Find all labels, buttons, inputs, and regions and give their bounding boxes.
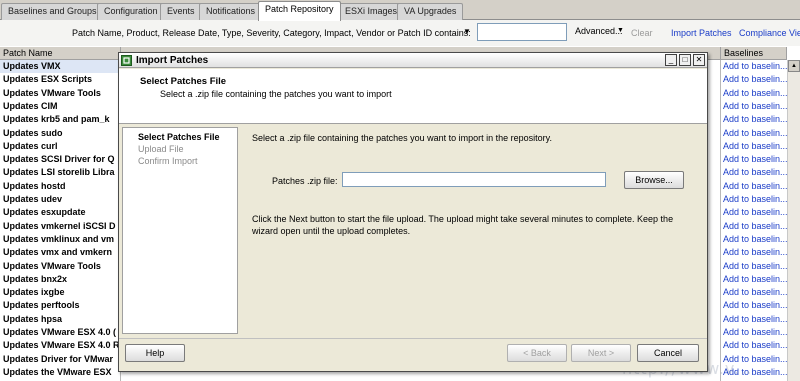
tab-esxi-images[interactable]: ESXi Images xyxy=(338,3,405,20)
patches-zip-file-label: Patches .zip file: xyxy=(272,176,338,186)
table-row-patch-name[interactable]: Updates ixgbe xyxy=(3,286,119,299)
table-row-patch-name[interactable]: Updates ESX Scripts xyxy=(3,73,119,86)
dialog-title-bar[interactable]: Import Patches _ □ ✕ xyxy=(119,53,707,68)
add-to-baseline-link[interactable]: Add to baselin... xyxy=(723,60,788,73)
wizard-header-subtitle: Select a .zip file containing the patche… xyxy=(160,89,392,99)
filter-dropdown-icon[interactable]: ▼ xyxy=(463,27,471,36)
content-description: Select a .zip file containing the patche… xyxy=(252,133,552,143)
upload-instructions: Click the Next button to start the file … xyxy=(252,214,674,236)
tab-baselines-and-groups[interactable]: Baselines and Groups xyxy=(1,3,104,20)
add-to-baseline-link[interactable]: Add to baselin... xyxy=(723,153,788,166)
wizard-header: Select Patches File Select a .zip file c… xyxy=(119,69,707,124)
table-row-patch-name[interactable]: Updates LSI storelib Libra xyxy=(3,166,119,179)
wizard-step-select-patches-file: Select Patches File xyxy=(138,132,220,142)
tab-patch-repository[interactable]: Patch Repository xyxy=(258,1,341,21)
help-button[interactable]: Help xyxy=(125,344,185,362)
filter-search-input[interactable] xyxy=(477,23,567,41)
table-row-patch-name[interactable]: Updates the VMware ESX xyxy=(3,366,119,379)
table-row-patch-name[interactable]: Updates curl xyxy=(3,140,119,153)
wizard-step-upload-file: Upload File xyxy=(138,144,184,154)
add-to-baseline-link[interactable]: Add to baselin... xyxy=(723,260,788,273)
advanced-dropdown-icon[interactable]: ▼ xyxy=(617,27,624,34)
column-divider xyxy=(720,60,721,381)
add-to-baseline-link[interactable]: Add to baselin... xyxy=(723,180,788,193)
table-row-patch-name[interactable]: Updates vmkernel iSCSI D xyxy=(3,220,119,233)
add-to-baseline-link[interactable]: Add to baselin... xyxy=(723,73,788,86)
add-to-baseline-link[interactable]: Add to baselin... xyxy=(723,220,788,233)
browse-button[interactable]: Browse... xyxy=(624,171,684,189)
table-row-patch-name[interactable]: Updates udev xyxy=(3,193,119,206)
maximize-icon[interactable]: □ xyxy=(679,54,691,66)
tab-notifications[interactable]: Notifications xyxy=(199,3,263,20)
vmware-app-icon xyxy=(121,55,132,66)
table-row-patch-name[interactable]: Updates CIM xyxy=(3,100,119,113)
add-to-baseline-link[interactable]: Add to baselin... xyxy=(723,127,788,140)
table-row-patch-name[interactable]: Updates VMware ESX 4.0 ( xyxy=(3,326,119,339)
add-to-baseline-link[interactable]: Add to baselin... xyxy=(723,339,788,352)
add-to-baseline-link[interactable]: Add to baselin... xyxy=(723,206,788,219)
column-header-patch-name[interactable]: Patch Name xyxy=(0,47,121,60)
table-row-patch-name[interactable]: Updates perftools xyxy=(3,299,119,312)
wizard-content: Select a .zip file containing the patche… xyxy=(252,133,702,333)
wizard-header-title: Select Patches File xyxy=(140,76,227,87)
table-row-patch-name[interactable]: Updates Driver for VMwar xyxy=(3,353,119,366)
column-header-baselines[interactable]: Baselines xyxy=(721,47,787,60)
tab-configuration[interactable]: Configuration xyxy=(97,3,165,20)
table-row-patch-name[interactable]: Updates sudo xyxy=(3,127,119,140)
table-row-patch-name[interactable]: Updates VMware Tools xyxy=(3,87,119,100)
wizard-step-confirm-import: Confirm Import xyxy=(138,156,198,166)
add-to-baseline-link[interactable]: Add to baselin... xyxy=(723,233,788,246)
next-button[interactable]: Next > xyxy=(571,344,631,362)
add-to-baseline-link[interactable]: Add to baselin... xyxy=(723,286,788,299)
table-row-patch-name[interactable]: Updates vmklinux and vm xyxy=(3,233,119,246)
import-patches-link[interactable]: Import Patches xyxy=(671,28,732,38)
table-row-patch-name[interactable]: Updates hpsa xyxy=(3,313,119,326)
cancel-button[interactable]: Cancel xyxy=(637,344,699,362)
table-row-patch-name[interactable]: Updates VMware Tools xyxy=(3,260,119,273)
tab-events[interactable]: Events xyxy=(160,3,202,20)
back-button[interactable]: < Back xyxy=(507,344,567,362)
table-row-patch-name[interactable]: Updates esxupdate xyxy=(3,206,119,219)
add-to-baseline-link[interactable]: Add to baselin... xyxy=(723,273,788,286)
add-to-baseline-link[interactable]: Add to baselin... xyxy=(723,299,788,312)
import-patches-dialog: Import Patches _ □ ✕ Select Patches File… xyxy=(118,52,708,372)
table-row-patch-name[interactable]: Updates SCSI Driver for Q xyxy=(3,153,119,166)
clear-link[interactable]: Clear xyxy=(631,28,653,38)
add-to-baseline-link[interactable]: Add to baselin... xyxy=(723,87,788,100)
table-row-patch-name[interactable]: Updates krb5 and pam_k xyxy=(3,113,119,126)
dialog-title: Import Patches xyxy=(136,55,209,66)
filter-bar: Patch Name, Product, Release Date, Type,… xyxy=(0,20,800,46)
table-scrollbar[interactable]: ▲ xyxy=(787,60,800,381)
add-to-baseline-link[interactable]: Add to baselin... xyxy=(723,246,788,259)
add-to-baseline-link[interactable]: Add to baselin... xyxy=(723,313,788,326)
tab-va-upgrades[interactable]: VA Upgrades xyxy=(397,3,464,20)
minimize-icon[interactable]: _ xyxy=(665,54,677,66)
close-icon[interactable]: ✕ xyxy=(693,54,705,66)
advanced-link[interactable]: Advanced... xyxy=(575,26,623,36)
footer-divider xyxy=(119,338,707,339)
add-to-baseline-link[interactable]: Add to baselin... xyxy=(723,100,788,113)
table-row-patch-name[interactable]: Updates hostd xyxy=(3,180,119,193)
table-row-patch-name[interactable]: Updates VMX xyxy=(3,60,119,73)
add-to-baseline-link[interactable]: Add to baselin... xyxy=(723,326,788,339)
table-row-patch-name[interactable]: Updates bnx2x xyxy=(3,273,119,286)
patches-zip-file-input[interactable] xyxy=(342,172,606,187)
add-to-baseline-link[interactable]: Add to baselin... xyxy=(723,140,788,153)
scroll-up-icon[interactable]: ▲ xyxy=(788,60,800,72)
filter-label: Patch Name, Product, Release Date, Type,… xyxy=(72,28,471,38)
table-row-patch-name[interactable]: Updates VMware ESX 4.0 R xyxy=(3,339,119,352)
tab-strip: Baselines and Groups Configuration Event… xyxy=(0,0,800,21)
compliance-view-link[interactable]: Compliance View xyxy=(739,28,800,38)
add-to-baseline-link[interactable]: Add to baselin... xyxy=(723,166,788,179)
wizard-steps-panel: Select Patches File Upload File Confirm … xyxy=(122,127,238,334)
add-to-baseline-link[interactable]: Add to baselin... xyxy=(723,193,788,206)
add-to-baseline-link[interactable]: Add to baselin... xyxy=(723,113,788,126)
table-row-patch-name[interactable]: Updates vmx and vmkern xyxy=(3,246,119,259)
